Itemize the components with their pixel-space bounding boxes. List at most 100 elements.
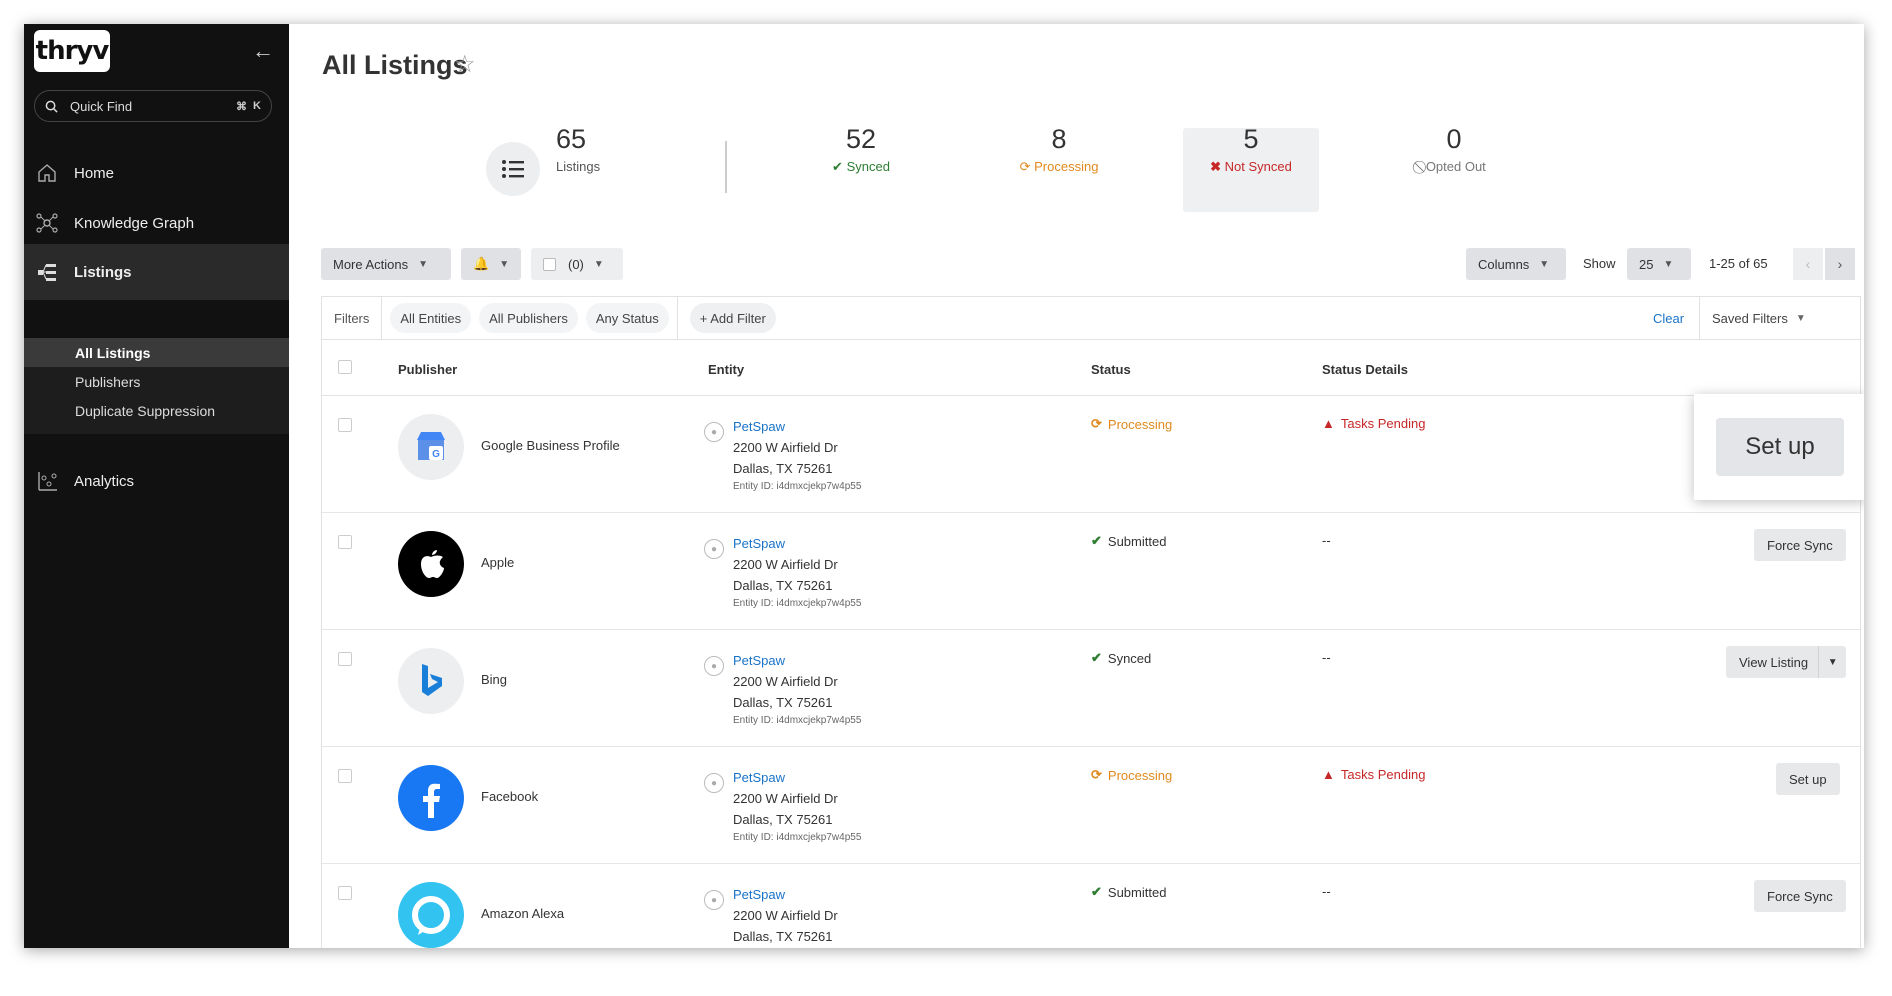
header-status[interactable]: Status: [1091, 362, 1131, 377]
view-listing-button[interactable]: View Listing ▼: [1726, 646, 1847, 678]
bing-logo-icon: [398, 648, 464, 714]
columns-dropdown[interactable]: Columns ▼: [1466, 248, 1566, 280]
entity-id: Entity ID: i4dmxcjekp7w4p55: [733, 947, 861, 948]
chevron-down-icon: ▼: [593, 258, 604, 270]
entity-link[interactable]: PetSpaw: [733, 767, 861, 788]
add-filter-button[interactable]: + Add Filter: [689, 303, 776, 333]
selected-count: (0): [568, 256, 584, 272]
status-details-text: --: [1322, 884, 1331, 899]
row-checkbox[interactable]: [338, 652, 352, 666]
refresh-icon: ⟳: [1091, 416, 1102, 431]
entity-link[interactable]: PetSpaw: [733, 650, 861, 671]
entity-address-line2: Dallas, TX 75261: [733, 578, 833, 593]
header-status-details[interactable]: Status Details: [1322, 362, 1408, 377]
force-sync-button[interactable]: Force Sync: [1754, 880, 1846, 912]
clear-filters-link[interactable]: Clear: [1653, 311, 1684, 326]
table-header: Publisher Entity Status Status Details: [322, 340, 1860, 396]
prev-page-button[interactable]: ‹: [1793, 248, 1823, 280]
entity-address-line2: Dallas, TX 75261: [733, 695, 833, 710]
next-page-button[interactable]: ›: [1825, 248, 1855, 280]
check-icon: ✔: [1091, 884, 1102, 899]
select-all-checkbox[interactable]: [543, 257, 556, 271]
home-icon: [34, 160, 60, 186]
status-details-text: --: [1322, 533, 1331, 548]
row-checkbox[interactable]: [338, 418, 352, 432]
entity-address-line2: Dallas, TX 75261: [733, 929, 833, 944]
status-text: Processing: [1107, 767, 1173, 783]
stat-opted-out-label: Opted Out: [1425, 159, 1486, 174]
status-details-cell: ▲ Tasks Pending: [1322, 767, 1425, 782]
entity-link[interactable]: PetSpaw: [733, 533, 861, 554]
notifications-dropdown[interactable]: 🔔 ▼: [461, 248, 521, 280]
subnav-all-listings[interactable]: All Listings: [24, 338, 289, 367]
status-details-text: --: [1322, 650, 1331, 665]
view-listing-label: View Listing: [1739, 654, 1809, 670]
quick-find-input[interactable]: Quick Find ⌘ K: [34, 90, 272, 122]
refresh-icon: ⟳: [1091, 767, 1102, 782]
publisher-name: Apple: [481, 555, 515, 570]
filter-chip-publishers[interactable]: All Publishers: [479, 303, 578, 333]
stat-synced[interactable]: 52 ✔ Synced: [821, 124, 901, 175]
knowledge-graph-icon: [34, 210, 60, 236]
stats-divider: [725, 141, 727, 193]
header-checkbox[interactable]: [338, 360, 352, 374]
chevron-down-icon: ▼: [499, 258, 510, 270]
status-details-cell: --: [1322, 533, 1331, 548]
filter-chip-entities[interactable]: All Entities: [390, 303, 472, 333]
status-text: Submitted: [1107, 533, 1167, 549]
status-text: Synced: [1107, 650, 1152, 666]
header-publisher[interactable]: Publisher: [398, 362, 457, 377]
bell-icon: 🔔: [473, 256, 490, 271]
filter-bar: Filters All Entities All Publishers Any …: [321, 296, 1861, 340]
filter-chip-status[interactable]: Any Status: [585, 303, 669, 333]
entity-id: Entity ID: i4dmxcjekp7w4p55: [733, 832, 862, 843]
page-size-select[interactable]: 25 ▼: [1627, 248, 1691, 280]
saved-filters-dropdown[interactable]: Saved Filters ▼: [1699, 296, 1829, 340]
stat-processing-value: 8: [1051, 124, 1067, 154]
stat-listings: 65 Listings: [556, 124, 600, 174]
stat-processing[interactable]: 8 ⟳ Processing: [999, 124, 1119, 175]
more-actions-dropdown[interactable]: More Actions ▼: [321, 248, 451, 280]
location-pin-icon: ●: [704, 656, 724, 676]
entity-link[interactable]: PetSpaw: [733, 884, 861, 905]
row-checkbox[interactable]: [338, 769, 352, 783]
filters-label: Filters: [322, 297, 383, 339]
location-pin-icon: ●: [704, 539, 724, 559]
nav-knowledge-graph-label: Knowledge Graph: [74, 214, 195, 232]
pagination-range: 1-25 of 65: [1709, 256, 1768, 271]
chevron-down-icon: ▼: [1539, 258, 1550, 270]
facebook-logo-icon: [398, 765, 464, 831]
stat-not-synced-label: Not Synced: [1224, 159, 1292, 174]
check-icon: ✔: [832, 159, 843, 174]
entity-address-line1: 2200 W Airfield Dr: [733, 440, 838, 455]
set-up-button[interactable]: Set up: [1716, 418, 1844, 476]
entity-link[interactable]: PetSpaw: [733, 416, 861, 437]
status-cell: ⟳ Processing: [1091, 767, 1172, 783]
row-checkbox[interactable]: [338, 886, 352, 900]
row-checkbox[interactable]: [338, 535, 352, 549]
main-content: All Listings ☆ 65 Listings 52 ✔ Synced 8…: [289, 24, 1864, 948]
stat-opted-out[interactable]: 0 ⃠ Opted Out: [1389, 124, 1519, 175]
subnav-duplicate-suppression[interactable]: Duplicate Suppression: [24, 396, 289, 425]
show-label: Show: [1583, 256, 1616, 271]
publisher-name: Bing: [481, 672, 508, 687]
chevron-down-icon[interactable]: ▼: [1818, 646, 1846, 678]
entity-address-line1: 2200 W Airfield Dr: [733, 557, 838, 572]
search-icon: [45, 100, 58, 113]
stat-processing-label: Processing: [1034, 159, 1099, 174]
entity-cell: PetSpaw 2200 W Airfield Dr Dallas, TX 75…: [733, 416, 861, 495]
force-sync-button[interactable]: Force Sync: [1754, 529, 1846, 561]
select-all-dropdown[interactable]: (0) ▼: [531, 248, 623, 280]
favorite-star-icon[interactable]: ☆: [454, 50, 476, 79]
subnav-publishers[interactable]: Publishers: [24, 367, 289, 396]
status-details-text: Tasks Pending: [1340, 767, 1426, 782]
collapse-sidebar-icon[interactable]: ←: [252, 38, 274, 64]
header-entity[interactable]: Entity: [708, 362, 744, 377]
stat-not-synced[interactable]: 5 ✖ Not Synced: [1191, 124, 1311, 175]
nav-analytics[interactable]: Analytics: [24, 452, 289, 510]
listings-summary-icon: [486, 142, 540, 196]
location-pin-icon: ●: [704, 422, 724, 442]
set-up-button[interactable]: Set up: [1776, 763, 1840, 795]
thryv-logo[interactable]: thryv: [34, 30, 110, 72]
nav-listings[interactable]: Listings: [24, 244, 289, 300]
